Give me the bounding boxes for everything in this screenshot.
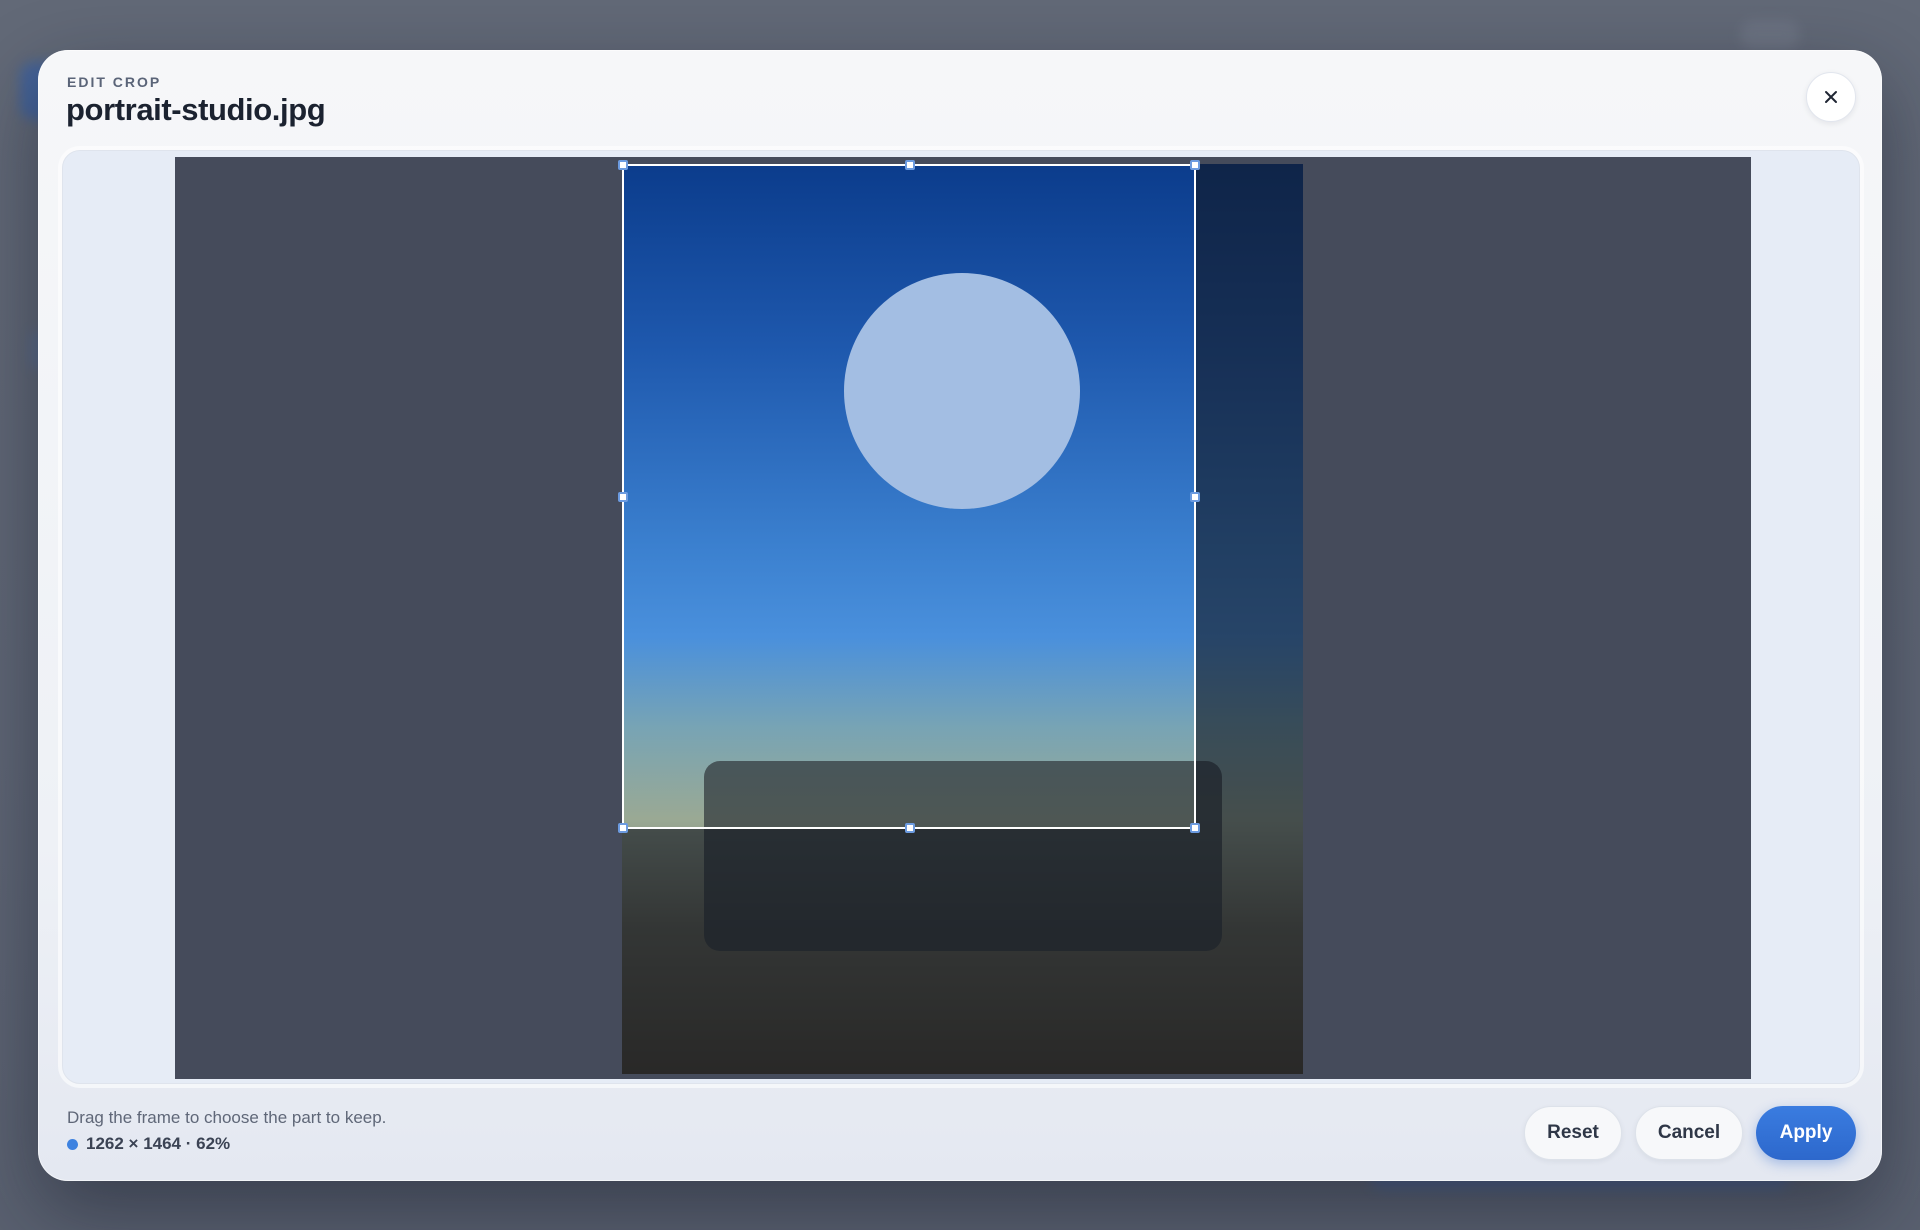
crop-mask-right: [1196, 164, 1303, 1074]
close-button[interactable]: [1806, 72, 1856, 122]
crop-handle-top-right[interactable]: [1190, 160, 1200, 170]
crop-dialog: EDIT CROP portrait-studio.jpg Drag the f…: [38, 50, 1882, 1181]
crop-handle-bottom-left[interactable]: [618, 823, 628, 833]
crop-stage: [175, 157, 1751, 1079]
crop-mask-bottom: [622, 829, 1196, 1074]
dialog-eyebrow: EDIT CROP: [67, 74, 162, 90]
crop-hint: Drag the frame to choose the part to kee…: [67, 1108, 387, 1127]
crop-handle-right[interactable]: [1190, 492, 1200, 502]
cancel-button[interactable]: Cancel: [1635, 1106, 1743, 1160]
background-blob: [1740, 20, 1800, 50]
dialog-title: portrait-studio.jpg: [66, 92, 326, 127]
reset-button[interactable]: Reset: [1524, 1106, 1622, 1160]
crop-frame[interactable]: [618, 160, 1200, 833]
crop-handle-top-left[interactable]: [618, 160, 628, 170]
close-icon: [1825, 91, 1837, 103]
crop-handle-left[interactable]: [618, 492, 628, 502]
crop-handle-top[interactable]: [905, 160, 915, 170]
status-dot-icon: [67, 1138, 78, 1150]
crop-dimensions-text: 1262 × 1464 · 62%: [86, 1134, 231, 1153]
crop-handle-bottom[interactable]: [905, 823, 915, 833]
apply-button[interactable]: Apply: [1756, 1106, 1856, 1160]
crop-dimensions: 1262 × 1464 · 62%: [67, 1134, 230, 1154]
crop-canvas: [62, 150, 1860, 1084]
crop-handle-bottom-right[interactable]: [1190, 823, 1200, 833]
